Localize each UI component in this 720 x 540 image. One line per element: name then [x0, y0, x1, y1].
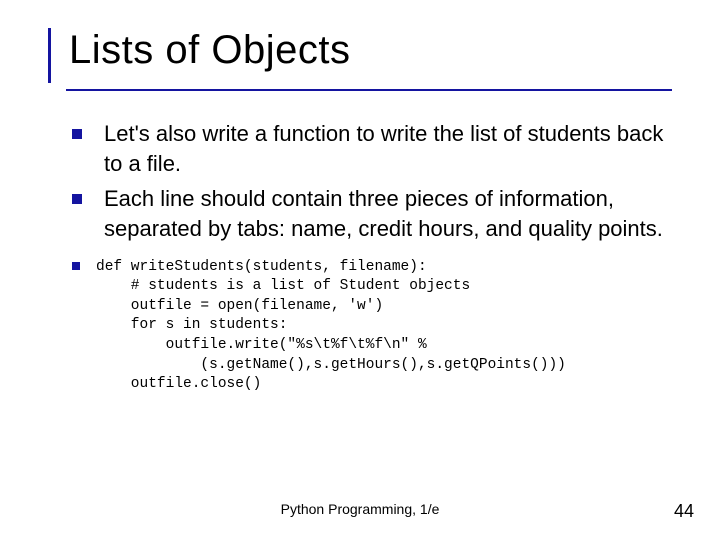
page-number: 44	[674, 501, 694, 522]
bullet-text: Let's also write a function to write the…	[104, 119, 672, 178]
square-bullet-icon	[72, 262, 80, 270]
bullet-item: Let's also write a function to write the…	[72, 119, 672, 178]
title-wrap: Lists of Objects	[48, 28, 672, 83]
content-area: Let's also write a function to write the…	[48, 119, 672, 395]
footer-center-text: Python Programming, 1/e	[281, 501, 440, 517]
slide: Lists of Objects Let's also write a func…	[0, 0, 720, 540]
code-block: def writeStudents(students, filename): #…	[96, 258, 566, 395]
square-bullet-icon	[72, 194, 82, 204]
title-underline	[66, 89, 672, 91]
bullet-item: Each line should contain three pieces of…	[72, 184, 672, 243]
square-bullet-icon	[72, 129, 82, 139]
bullet-item-code: def writeStudents(students, filename): #…	[72, 258, 672, 395]
footer: Python Programming, 1/e 44	[0, 501, 720, 522]
slide-title: Lists of Objects	[69, 28, 672, 83]
bullet-text: Each line should contain three pieces of…	[104, 184, 672, 243]
